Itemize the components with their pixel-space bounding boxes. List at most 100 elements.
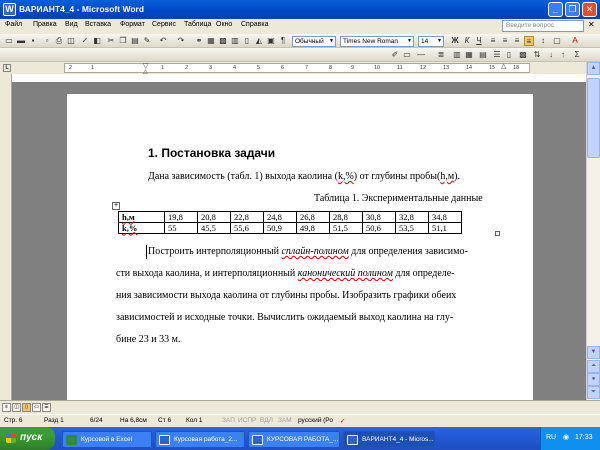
copy-icon[interactable]: ❐ [118, 36, 128, 46]
excel-icon[interactable]: ▥ [230, 36, 240, 46]
permission-icon[interactable]: ▫ [42, 36, 52, 46]
table-cell[interactable]: 51,5 [329, 222, 363, 234]
cut-icon[interactable]: ✂ [106, 36, 116, 46]
menu-table[interactable]: Таблица [181, 20, 214, 29]
clock[interactable]: 17:33 [575, 434, 593, 441]
undo-icon[interactable]: ↶ [158, 36, 168, 46]
font-color-icon[interactable]: A [570, 36, 580, 46]
table-cell[interactable]: 34,8 [428, 211, 462, 223]
status-ovr[interactable]: ЗАМ [278, 417, 292, 424]
task-variant[interactable]: ВАРИАНТ4_4 - Micros... [343, 431, 435, 448]
table-cell[interactable]: 28,8 [329, 211, 363, 223]
borders-icon[interactable]: ▢ [552, 36, 562, 46]
minimize-button[interactable]: _ [548, 2, 563, 17]
size-combo[interactable]: 14 ▼ [418, 36, 444, 47]
split-icon[interactable]: ▦ [464, 50, 474, 60]
task-excel[interactable]: Курсовой в Excel [62, 431, 152, 448]
row-header-yield[interactable]: k,% [118, 222, 165, 234]
menu-format[interactable]: Формат [117, 20, 148, 29]
spelling-status-icon[interactable]: ✓ [340, 417, 345, 425]
merge-icon[interactable]: ▥ [452, 50, 462, 60]
print-layout-icon[interactable]: ▯ [22, 403, 31, 412]
autosum-icon[interactable]: Σ [572, 50, 582, 60]
tables-icon[interactable]: ▦ [206, 36, 216, 46]
status-rec[interactable]: ЗАП [222, 417, 235, 424]
row-header-depth[interactable]: h,м [118, 211, 165, 223]
sort-asc-icon[interactable]: ↓ [546, 50, 556, 60]
scroll-thumb[interactable] [587, 78, 600, 158]
chevron-down-icon[interactable]: ▼ [329, 37, 334, 46]
print-icon[interactable]: ⎙ [54, 36, 64, 46]
table-cell[interactable]: 32,8 [395, 211, 429, 223]
table-cell[interactable]: 24,8 [263, 211, 297, 223]
new-icon[interactable]: ▭ [4, 36, 14, 46]
research-icon[interactable]: ◧ [92, 36, 102, 46]
table-cell[interactable]: 19,8 [164, 211, 198, 223]
table-cell[interactable]: 22,8 [230, 211, 264, 223]
text-direction-icon[interactable]: ⇅ [532, 50, 542, 60]
browse-object-icon[interactable]: ● [587, 373, 600, 386]
table-resize-handle[interactable] [495, 231, 500, 236]
style-combo[interactable]: Обычный ▼ [292, 36, 336, 47]
docmap-icon[interactable]: ▣ [266, 36, 276, 46]
hyperlink-icon[interactable]: ⚭ [194, 36, 204, 46]
align-center-icon[interactable]: ≡ [500, 36, 510, 46]
table-cell[interactable]: 53,5 [395, 222, 429, 234]
table-cell[interactable]: 20,8 [197, 211, 231, 223]
status-ext[interactable]: ВДЛ [260, 417, 273, 424]
tray-app-icon[interactable]: ◉ [563, 433, 569, 441]
table-cell[interactable]: 55,6 [230, 222, 264, 234]
task-coursework[interactable]: КУРСОВАЯ РАБОТА_... [248, 431, 340, 448]
line-style-icon[interactable]: — [416, 50, 426, 60]
underline-icon[interactable]: Ч [474, 36, 484, 46]
maximize-button[interactable]: ❐ [565, 2, 580, 17]
open-icon[interactable]: ▬ [16, 36, 26, 46]
web-view-icon[interactable]: ◫ [12, 403, 21, 412]
vertical-scrollbar[interactable]: ▲ ▼ ⏶ ● ⏷ [586, 62, 600, 400]
scroll-up-icon[interactable]: ▲ [587, 62, 600, 75]
paste-icon[interactable]: ▤ [130, 36, 140, 46]
font-combo[interactable]: Times New Roman ▼ [340, 36, 414, 47]
eraser-icon[interactable]: ▭ [402, 50, 412, 60]
next-page-icon[interactable]: ⏷ [587, 386, 600, 399]
insert-table-icon[interactable]: ▩ [218, 36, 228, 46]
task-coursework-2[interactable]: Курсовая работа_2... [155, 431, 245, 448]
line-spacing-icon[interactable]: ↕ [538, 36, 548, 46]
start-button[interactable]: пуск [0, 427, 55, 450]
distribute-rows-icon[interactable]: ☰ [492, 50, 502, 60]
align-right-icon[interactable]: ≡ [512, 36, 522, 46]
menu-edit[interactable]: Правка [30, 20, 60, 29]
right-indent-icon[interactable]: △ [501, 62, 506, 70]
close-button[interactable]: ✕ [582, 2, 597, 17]
scroll-down-icon[interactable]: ▼ [587, 346, 600, 359]
table-cell[interactable]: 50,6 [362, 222, 396, 234]
autoformat-icon[interactable]: ▩ [518, 50, 528, 60]
distribute-cols-icon[interactable]: ▯ [504, 50, 514, 60]
table-move-handle[interactable]: + [112, 202, 120, 210]
align-cell-icon[interactable]: ▤ [478, 50, 488, 60]
format-painter-icon[interactable]: ✎ [142, 36, 152, 46]
menu-file[interactable]: Файл [2, 20, 25, 29]
italic-icon[interactable]: К [462, 36, 472, 46]
status-trk[interactable]: ИСПР [238, 417, 256, 424]
menu-view[interactable]: Вид [62, 20, 81, 29]
horizontal-ruler[interactable]: 2 1 ▽ △ 1 2 3 4 5 6 7 8 9 10 11 12 13 14… [64, 62, 530, 75]
word-icon[interactable]: W [3, 3, 16, 16]
drawing-icon[interactable]: ◭ [254, 36, 264, 46]
horizontal-scrollbar[interactable]: ≡ ◫ ▯ ▭ ☰ [0, 400, 600, 414]
table-cell[interactable]: 51,1 [428, 222, 462, 234]
chevron-down-icon[interactable]: ▼ [407, 37, 412, 46]
doc-close-icon[interactable]: ✕ [588, 20, 595, 29]
chevron-down-icon[interactable]: ▼ [437, 37, 442, 46]
justify-icon[interactable]: ≡ [524, 36, 534, 46]
reading-view-icon[interactable]: ▭ [32, 403, 41, 412]
save-icon[interactable]: ▪ [28, 36, 38, 46]
table-cell[interactable]: 30,8 [362, 211, 396, 223]
table-cell[interactable]: 55 [164, 222, 198, 234]
language-indicator[interactable]: RU [546, 434, 556, 441]
spelling-icon[interactable]: ✓ [80, 36, 90, 46]
tab-selector-icon[interactable]: L [3, 64, 11, 72]
columns-icon[interactable]: ▯ [242, 36, 252, 46]
vertical-ruler[interactable] [0, 74, 12, 400]
menu-help[interactable]: Справка [238, 20, 271, 29]
